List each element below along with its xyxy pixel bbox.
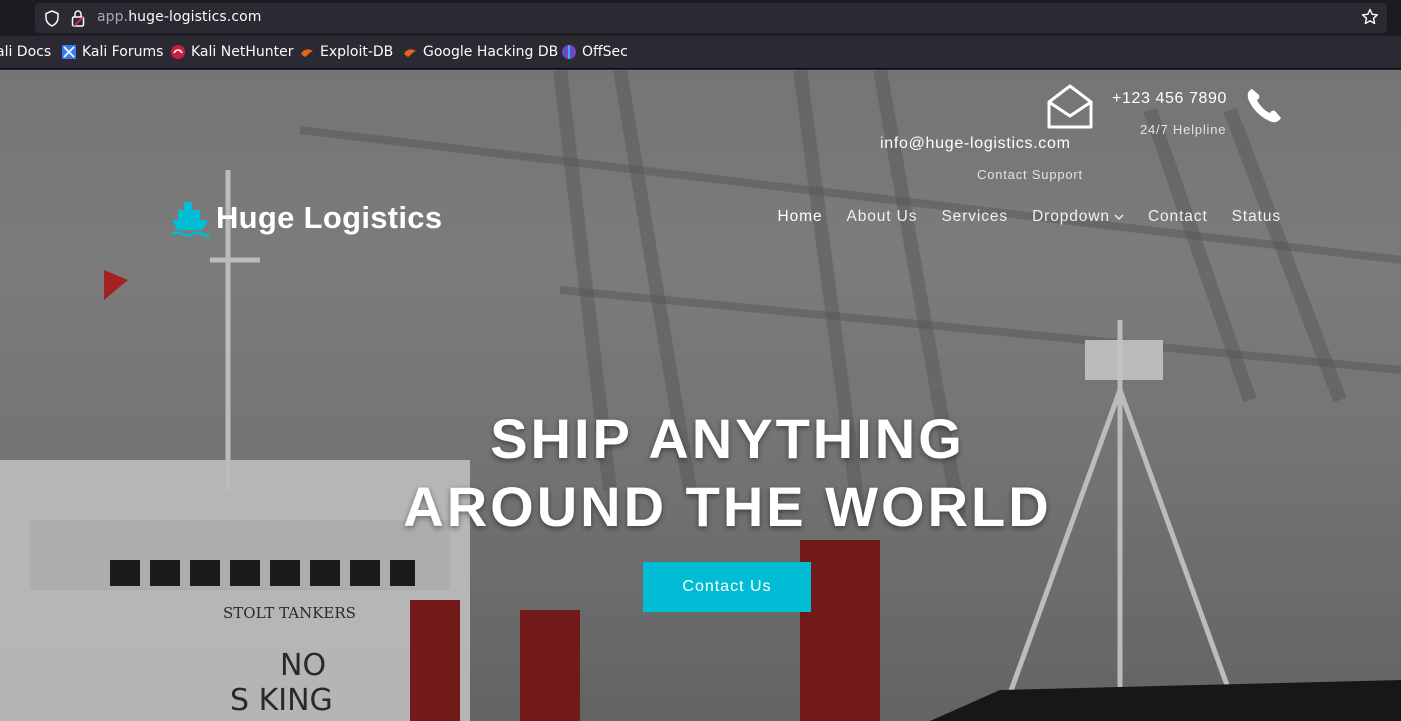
bookmark-label: Google Hacking DB: [423, 44, 559, 60]
bookmark-star-icon[interactable]: [1361, 8, 1379, 30]
email-address[interactable]: info@huge-logistics.com: [880, 135, 1071, 153]
nav-about-us[interactable]: About Us: [846, 208, 917, 226]
bookmark-label: Exploit-DB: [320, 44, 394, 60]
bookmark-ghdb[interactable]: Google Hacking DB: [402, 44, 558, 60]
nav-services[interactable]: Services: [941, 208, 1008, 226]
kali-nethunter-icon: [170, 44, 186, 60]
main-nav: Home About Us Services Dropdown Contact …: [754, 208, 1281, 226]
bookmark-kali-docs[interactable]: ali Docs: [0, 44, 51, 60]
bookmark-label: Kali NetHunter: [191, 44, 294, 60]
lock-icon[interactable]: [71, 9, 85, 31]
bookmark-exploit-db[interactable]: Exploit-DB: [299, 44, 393, 60]
nav-home[interactable]: Home: [778, 208, 823, 226]
exploit-db-icon: [299, 44, 315, 60]
browser-toolbar: app.huge-logistics.com: [0, 0, 1401, 36]
bookmarks-bar: ali Docs Kali Forums Kali NetHunter Expl…: [0, 36, 1401, 69]
contact-support-label: Contact Support: [977, 167, 1083, 182]
url-subdomain: app.: [97, 9, 129, 25]
brand-name: Huge Logistics: [216, 200, 443, 235]
hero-section: STOLT TANKERS NO S KING +123 456 7890 24…: [0, 70, 1401, 721]
bookmark-offsec[interactable]: OffSec: [561, 44, 628, 60]
hero-headline-line2: AROUND THE WORLD: [403, 475, 1052, 538]
bookmark-kali-forums[interactable]: Kali Forums: [61, 44, 163, 60]
url-domain: huge-logistics.com: [128, 9, 262, 25]
hero-headline-line1: SHIP ANYTHING: [490, 407, 965, 470]
bookmark-kali-nethunter[interactable]: Kali NetHunter: [170, 44, 293, 60]
contact-us-button[interactable]: Contact Us: [643, 562, 811, 612]
nav-dropdown[interactable]: Dropdown: [1032, 208, 1124, 226]
kali-forums-icon: [61, 44, 77, 60]
address-bar[interactable]: app.huge-logistics.com: [35, 3, 1387, 33]
brand-logo[interactable]: Huge Logistics: [170, 198, 442, 238]
chevron-down-icon: [1114, 208, 1124, 226]
bookmark-label: Kali Forums: [82, 44, 164, 60]
bookmark-label: ali Docs: [0, 44, 52, 60]
phone-helpline-label: 24/7 Helpline: [1140, 122, 1227, 137]
url-text[interactable]: app.huge-logistics.com: [97, 9, 262, 25]
hero-overlay: [0, 70, 1401, 721]
offsec-icon: [561, 44, 577, 60]
nav-status[interactable]: Status: [1232, 208, 1281, 226]
nav-dropdown-label: Dropdown: [1032, 208, 1110, 225]
shield-icon[interactable]: [44, 10, 60, 31]
bookmark-label: OffSec: [582, 44, 628, 60]
phone-number[interactable]: +123 456 7890: [1112, 90, 1227, 108]
hero-headline: SHIP ANYTHING AROUND THE WORLD: [0, 405, 1401, 541]
envelope-icon: [1046, 84, 1094, 134]
ship-logo-icon: [170, 198, 211, 238]
ghdb-icon: [402, 44, 418, 60]
phone-icon: [1244, 86, 1284, 130]
nav-contact[interactable]: Contact: [1148, 208, 1208, 226]
